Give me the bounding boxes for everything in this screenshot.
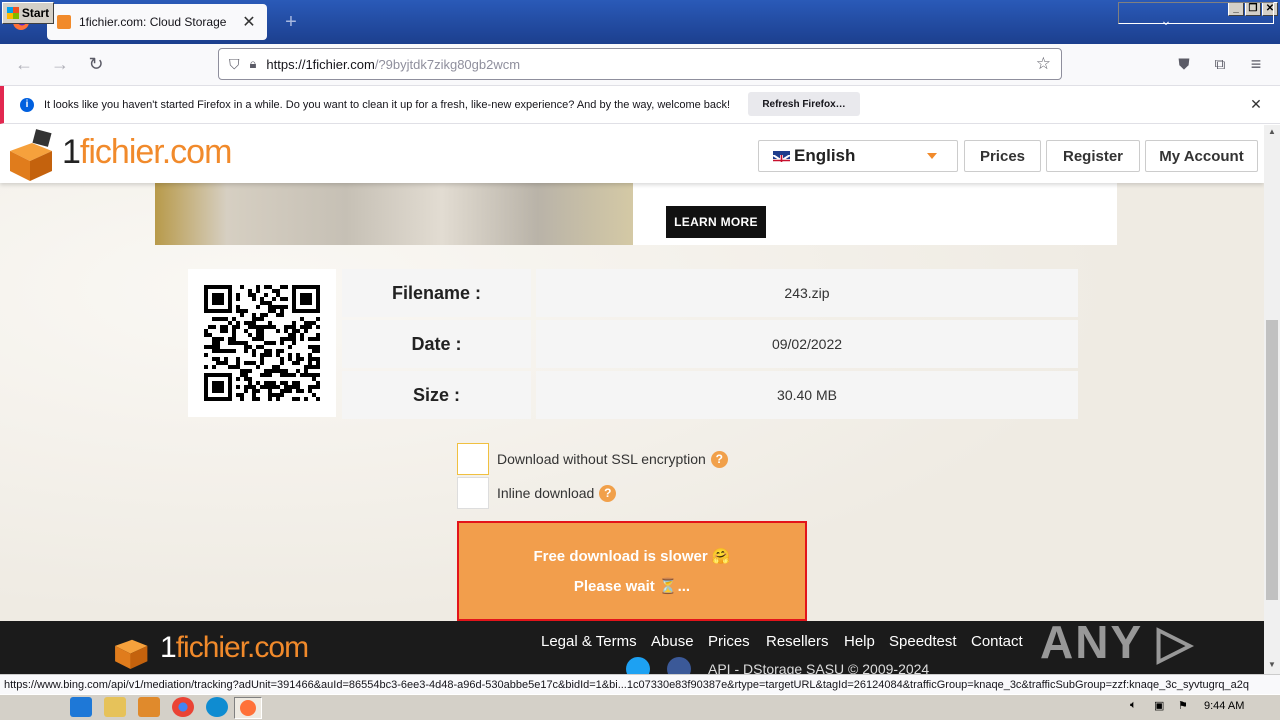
size-label: Size :: [342, 371, 531, 419]
refresh-firefox-button[interactable]: Refresh Firefox…: [748, 92, 860, 116]
new-tab-button[interactable]: +: [280, 10, 302, 34]
inline-download-label: Inline download: [497, 485, 595, 501]
reload-icon[interactable]: ↻: [82, 50, 110, 78]
volume-icon[interactable]: 🔈︎: [1130, 699, 1137, 712]
footer-link-help[interactable]: Help: [844, 633, 875, 650]
date-value: 09/02/2022: [536, 320, 1078, 368]
close-notification-icon[interactable]: ✕: [1248, 96, 1264, 112]
no-ssl-checkbox[interactable]: [457, 443, 489, 475]
learn-more-button[interactable]: LEARN MORE: [666, 206, 766, 238]
url-path: /?9byjtdk7zikg80gb2wcm: [374, 56, 521, 72]
filename-value: 243.zip: [536, 269, 1078, 317]
footer-link-contact[interactable]: Contact: [971, 633, 1023, 650]
register-button[interactable]: Register: [1046, 140, 1140, 172]
hamburger-menu-icon[interactable]: ≡: [1242, 50, 1270, 78]
footer-logo[interactable]: 1fichier.com: [160, 631, 309, 665]
help-icon[interactable]: ?: [710, 450, 728, 468]
chrome-icon[interactable]: [172, 697, 194, 717]
firefox-icon: [240, 700, 256, 716]
dropdown-caret-icon: [927, 153, 937, 159]
no-ssl-label: Download without SSL encryption: [497, 451, 706, 467]
facebook-icon[interactable]: [667, 657, 691, 674]
status-bar: https://www.bing.com/api/v1/mediation/tr…: [0, 674, 1280, 694]
tab-title: 1fichier.com: Cloud Storage: [79, 15, 227, 29]
download-line-2: Please wait ⏳...: [573, 578, 691, 595]
help-icon[interactable]: ?: [599, 484, 617, 502]
page-viewport: LEARN MORE 1fichier.com English Prices R…: [0, 125, 1264, 674]
taskbar-clock: 9:44 AM: [1204, 700, 1245, 712]
my-account-button[interactable]: My Account: [1145, 140, 1258, 172]
download-line-1: Free download is slower 🤗: [533, 548, 731, 565]
edge-icon[interactable]: [206, 697, 228, 717]
anyrun-watermark: ANY ▷ RUN: [1040, 616, 1195, 674]
ie-icon[interactable]: [70, 697, 92, 717]
language-value: English: [794, 146, 856, 165]
refresh-notification-bar: i It looks like you haven't started Fire…: [0, 86, 1280, 124]
lock-icon[interactable]: 🔒︎: [250, 56, 257, 72]
bookmark-star-icon[interactable]: ☆: [1036, 54, 1051, 74]
windows-logo-icon: [6, 7, 19, 19]
filename-label: Filename :: [342, 269, 531, 317]
site-footer: 1fichier.com Legal & Terms Abuse Prices …: [0, 616, 1264, 674]
date-label: Date :: [342, 320, 531, 368]
flag-icon[interactable]: ⚑: [1178, 699, 1188, 712]
prices-button[interactable]: Prices: [964, 140, 1041, 172]
twitter-icon[interactable]: [626, 657, 650, 674]
start-button[interactable]: Start: [2, 2, 54, 24]
box-logo-icon[interactable]: [6, 129, 58, 186]
media-player-icon[interactable]: [138, 697, 160, 717]
logo-one: 1: [62, 133, 81, 171]
back-arrow-icon[interactable]: ←: [10, 50, 38, 78]
logo-rest: fichier.com: [79, 133, 232, 171]
inline-download-option: Inline download ?: [497, 477, 617, 509]
no-ssl-option: Download without SSL encryption ?: [497, 443, 728, 475]
tab-active[interactable]: 1fichier.com: Cloud Storage ✕: [47, 4, 267, 40]
taskbar-firefox-active[interactable]: [234, 697, 262, 719]
uk-flag-icon: [773, 150, 790, 162]
footer-link-prices[interactable]: Prices: [708, 633, 750, 650]
footer-box-logo-icon: [112, 629, 152, 674]
ad-banner-image[interactable]: [155, 183, 633, 245]
site-favicon-icon: [57, 15, 71, 29]
size-value: 30.40 MB: [536, 371, 1078, 419]
inline-download-checkbox[interactable]: [457, 477, 489, 509]
forward-arrow-icon[interactable]: →: [46, 50, 74, 78]
qr-code: [188, 269, 336, 417]
close-tab-icon[interactable]: ✕: [241, 12, 257, 32]
footer-copyright: API - DStorage SASU © 2009-2024: [708, 661, 930, 674]
network-icon[interactable]: ▣: [1154, 699, 1164, 712]
scroll-up-arrow-icon[interactable]: ▲: [1266, 127, 1278, 139]
url-bar[interactable]: ⛉ 🔒︎ https://1fichier.com/?9byjtdk7zikg8…: [218, 48, 1062, 80]
system-tray: [1118, 2, 1274, 24]
notification-text: It looks like you haven't started Firefo…: [44, 98, 731, 111]
footer-link-resellers[interactable]: Resellers: [766, 633, 829, 650]
site-logo[interactable]: 1fichier.com: [62, 133, 232, 172]
footer-logo-rest: fichier.com: [175, 631, 309, 664]
pocket-icon[interactable]: ⛊: [1170, 50, 1198, 78]
info-icon: i: [20, 97, 34, 112]
footer-link-legal[interactable]: Legal & Terms: [541, 633, 637, 650]
extensions-icon[interactable]: ⧉: [1206, 50, 1234, 78]
shield-icon[interactable]: ⛉: [229, 56, 240, 73]
scroll-down-arrow-icon[interactable]: ▼: [1266, 660, 1278, 672]
scrollbar-thumb[interactable]: [1266, 320, 1278, 600]
language-select[interactable]: English: [758, 140, 958, 172]
url-host: https://1fichier.com: [266, 56, 375, 72]
footer-logo-one: 1: [160, 631, 177, 664]
start-label: Start: [21, 6, 50, 20]
explorer-folder-icon[interactable]: [104, 697, 126, 717]
free-download-button[interactable]: Free download is slower 🤗 Please wait ⏳.…: [457, 521, 807, 621]
footer-link-abuse[interactable]: Abuse: [651, 633, 694, 650]
footer-link-speedtest[interactable]: Speedtest: [889, 633, 957, 650]
